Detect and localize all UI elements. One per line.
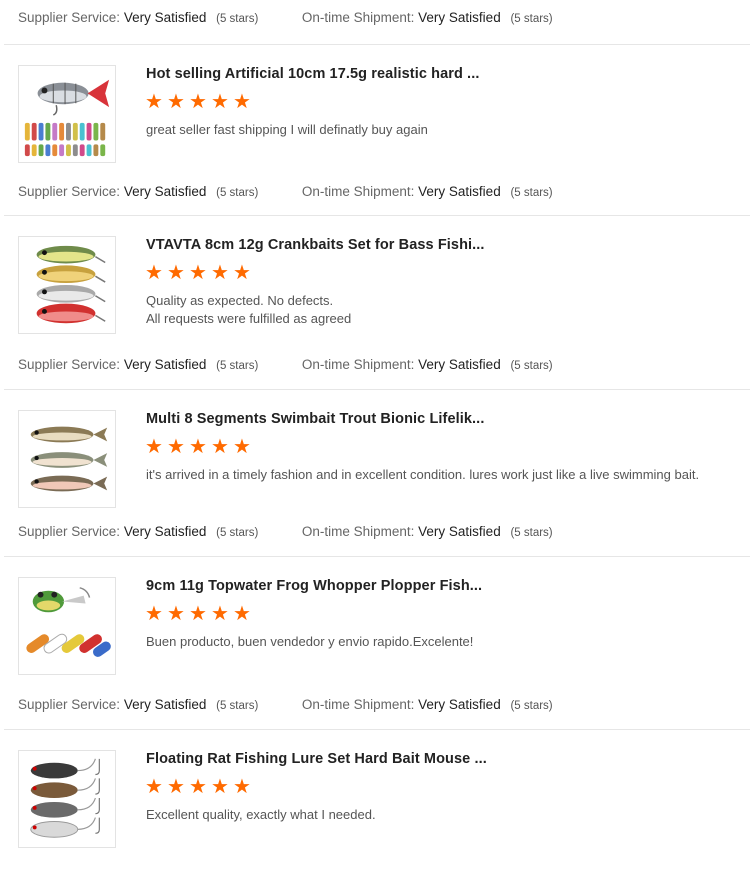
star-icon: ★: [189, 262, 207, 284]
star-icon: ★: [189, 603, 207, 625]
supplier-service-value: Very Satisfied: [123, 524, 207, 539]
star-icon: ★: [145, 262, 163, 284]
star-icon: ★: [167, 776, 185, 798]
star-icon: ★: [167, 262, 185, 284]
review-comment-line: great seller fast shipping I will defina…: [146, 122, 428, 137]
rating-stars: ★ ★ ★ ★ ★: [145, 91, 252, 113]
star-icon: ★: [233, 776, 251, 798]
ontime-shipment-stars: (5 stars): [510, 187, 553, 199]
review-comment-line: Excellent quality, exactly what I needed…: [146, 807, 376, 822]
star-icon: ★: [189, 436, 207, 458]
supplier-service-stars: (5 stars): [216, 13, 259, 25]
star-icon: ★: [167, 91, 185, 113]
review-divider: [4, 44, 750, 45]
review-rating-line: Supplier Service: Very Satisfied (5 star…: [18, 184, 553, 199]
star-icon: ★: [233, 436, 251, 458]
review-comment-line: Buen producto, buen vendedor y envio rap…: [146, 634, 474, 649]
supplier-service-label: Supplier Service:: [18, 697, 121, 712]
supplier-service-label: Supplier Service:: [18, 524, 121, 539]
trout-swimbait-icon[interactable]: [18, 410, 116, 508]
rating-stars: ★ ★ ★ ★ ★: [145, 603, 252, 625]
previous-review-rating-line: Supplier Service: Very Satisfied (5 star…: [18, 10, 738, 25]
review-divider: [4, 556, 750, 557]
ontime-shipment-stars: (5 stars): [510, 527, 553, 539]
rating-stars: ★ ★ ★ ★ ★: [145, 262, 252, 284]
supplier-service-label: Supplier Service:: [18, 10, 121, 25]
review-comment: Buen producto, buen vendedor y envio rap…: [146, 633, 473, 651]
supplier-service-value: Very Satisfied: [123, 184, 207, 199]
review-comment-line: All requests were fulfilled as agreed: [146, 311, 352, 326]
ontime-shipment-label: On-time Shipment:: [301, 184, 415, 199]
review-divider: [4, 215, 750, 216]
star-icon: ★: [145, 603, 163, 625]
ontime-shipment-value: Very Satisfied: [418, 10, 501, 25]
supplier-service-value: Very Satisfied: [123, 357, 207, 372]
star-icon: ★: [211, 436, 229, 458]
product-title[interactable]: Hot selling Artificial 10cm 17.5g realis…: [146, 66, 479, 82]
ontime-shipment-value: Very Satisfied: [418, 697, 501, 712]
product-title[interactable]: VTAVTA 8cm 12g Crankbaits Set for Bass F…: [146, 237, 485, 253]
topwater-frog-lure-icon[interactable]: [18, 577, 116, 675]
review-rating-line: Supplier Service: Very Satisfied (5 star…: [18, 524, 553, 539]
supplier-service-stars: (5 stars): [216, 360, 259, 372]
review-rating-line: Supplier Service: Very Satisfied (5 star…: [18, 357, 553, 372]
ontime-shipment-value: Very Satisfied: [418, 524, 501, 539]
review-comment: Excellent quality, exactly what I needed…: [146, 806, 376, 824]
product-title[interactable]: 9cm 11g Topwater Frog Whopper Plopper Fi…: [146, 578, 482, 594]
ontime-shipment-label: On-time Shipment:: [301, 524, 415, 539]
ontime-shipment-value: Very Satisfied: [418, 184, 501, 199]
ontime-shipment-stars: (5 stars): [510, 13, 553, 25]
supplier-service-value: Very Satisfied: [123, 697, 207, 712]
star-icon: ★: [233, 603, 251, 625]
star-icon: ★: [167, 603, 185, 625]
star-icon: ★: [233, 91, 251, 113]
rating-stars: ★ ★ ★ ★ ★: [145, 776, 252, 798]
product-title[interactable]: Multi 8 Segments Swimbait Trout Bionic L…: [146, 411, 484, 427]
ontime-shipment-label: On-time Shipment:: [301, 697, 415, 712]
supplier-service-label: Supplier Service:: [18, 184, 121, 199]
star-icon: ★: [167, 436, 185, 458]
ontime-shipment-stars: (5 stars): [510, 360, 553, 372]
star-icon: ★: [211, 776, 229, 798]
crankbait-set-icon[interactable]: [18, 236, 116, 334]
star-icon: ★: [211, 91, 229, 113]
star-icon: ★: [189, 91, 207, 113]
star-icon: ★: [189, 776, 207, 798]
rat-lure-set-icon[interactable]: [18, 750, 116, 848]
review-comment-line: it's arrived in a timely fashion and in …: [146, 467, 700, 482]
review-divider: [4, 729, 750, 730]
review-comment-line: Quality as expected. No defects.: [146, 293, 334, 308]
ontime-shipment-label: On-time Shipment:: [301, 10, 415, 25]
star-icon: ★: [145, 776, 163, 798]
star-icon: ★: [145, 91, 163, 113]
review-divider: [4, 389, 750, 390]
segmented-swimbait-lure-icon[interactable]: [18, 65, 116, 163]
supplier-service-value: Very Satisfied: [123, 10, 207, 25]
star-icon: ★: [145, 436, 163, 458]
supplier-service-stars: (5 stars): [216, 187, 259, 199]
review-comment: great seller fast shipping I will defina…: [146, 121, 428, 139]
review-comment: Quality as expected. No defects. All req…: [146, 292, 351, 328]
star-icon: ★: [211, 262, 229, 284]
ontime-shipment-value: Very Satisfied: [418, 357, 501, 372]
supplier-service-stars: (5 stars): [216, 700, 259, 712]
star-icon: ★: [233, 262, 251, 284]
review-rating-line: Supplier Service: Very Satisfied (5 star…: [18, 697, 553, 712]
supplier-service-label: Supplier Service:: [18, 357, 121, 372]
star-icon: ★: [211, 603, 229, 625]
ontime-shipment-stars: (5 stars): [510, 700, 553, 712]
supplier-service-stars: (5 stars): [216, 527, 259, 539]
product-title[interactable]: Floating Rat Fishing Lure Set Hard Bait …: [146, 751, 487, 767]
rating-stars: ★ ★ ★ ★ ★: [145, 436, 252, 458]
ontime-shipment-label: On-time Shipment:: [301, 357, 415, 372]
review-comment: it's arrived in a timely fashion and in …: [146, 466, 699, 484]
